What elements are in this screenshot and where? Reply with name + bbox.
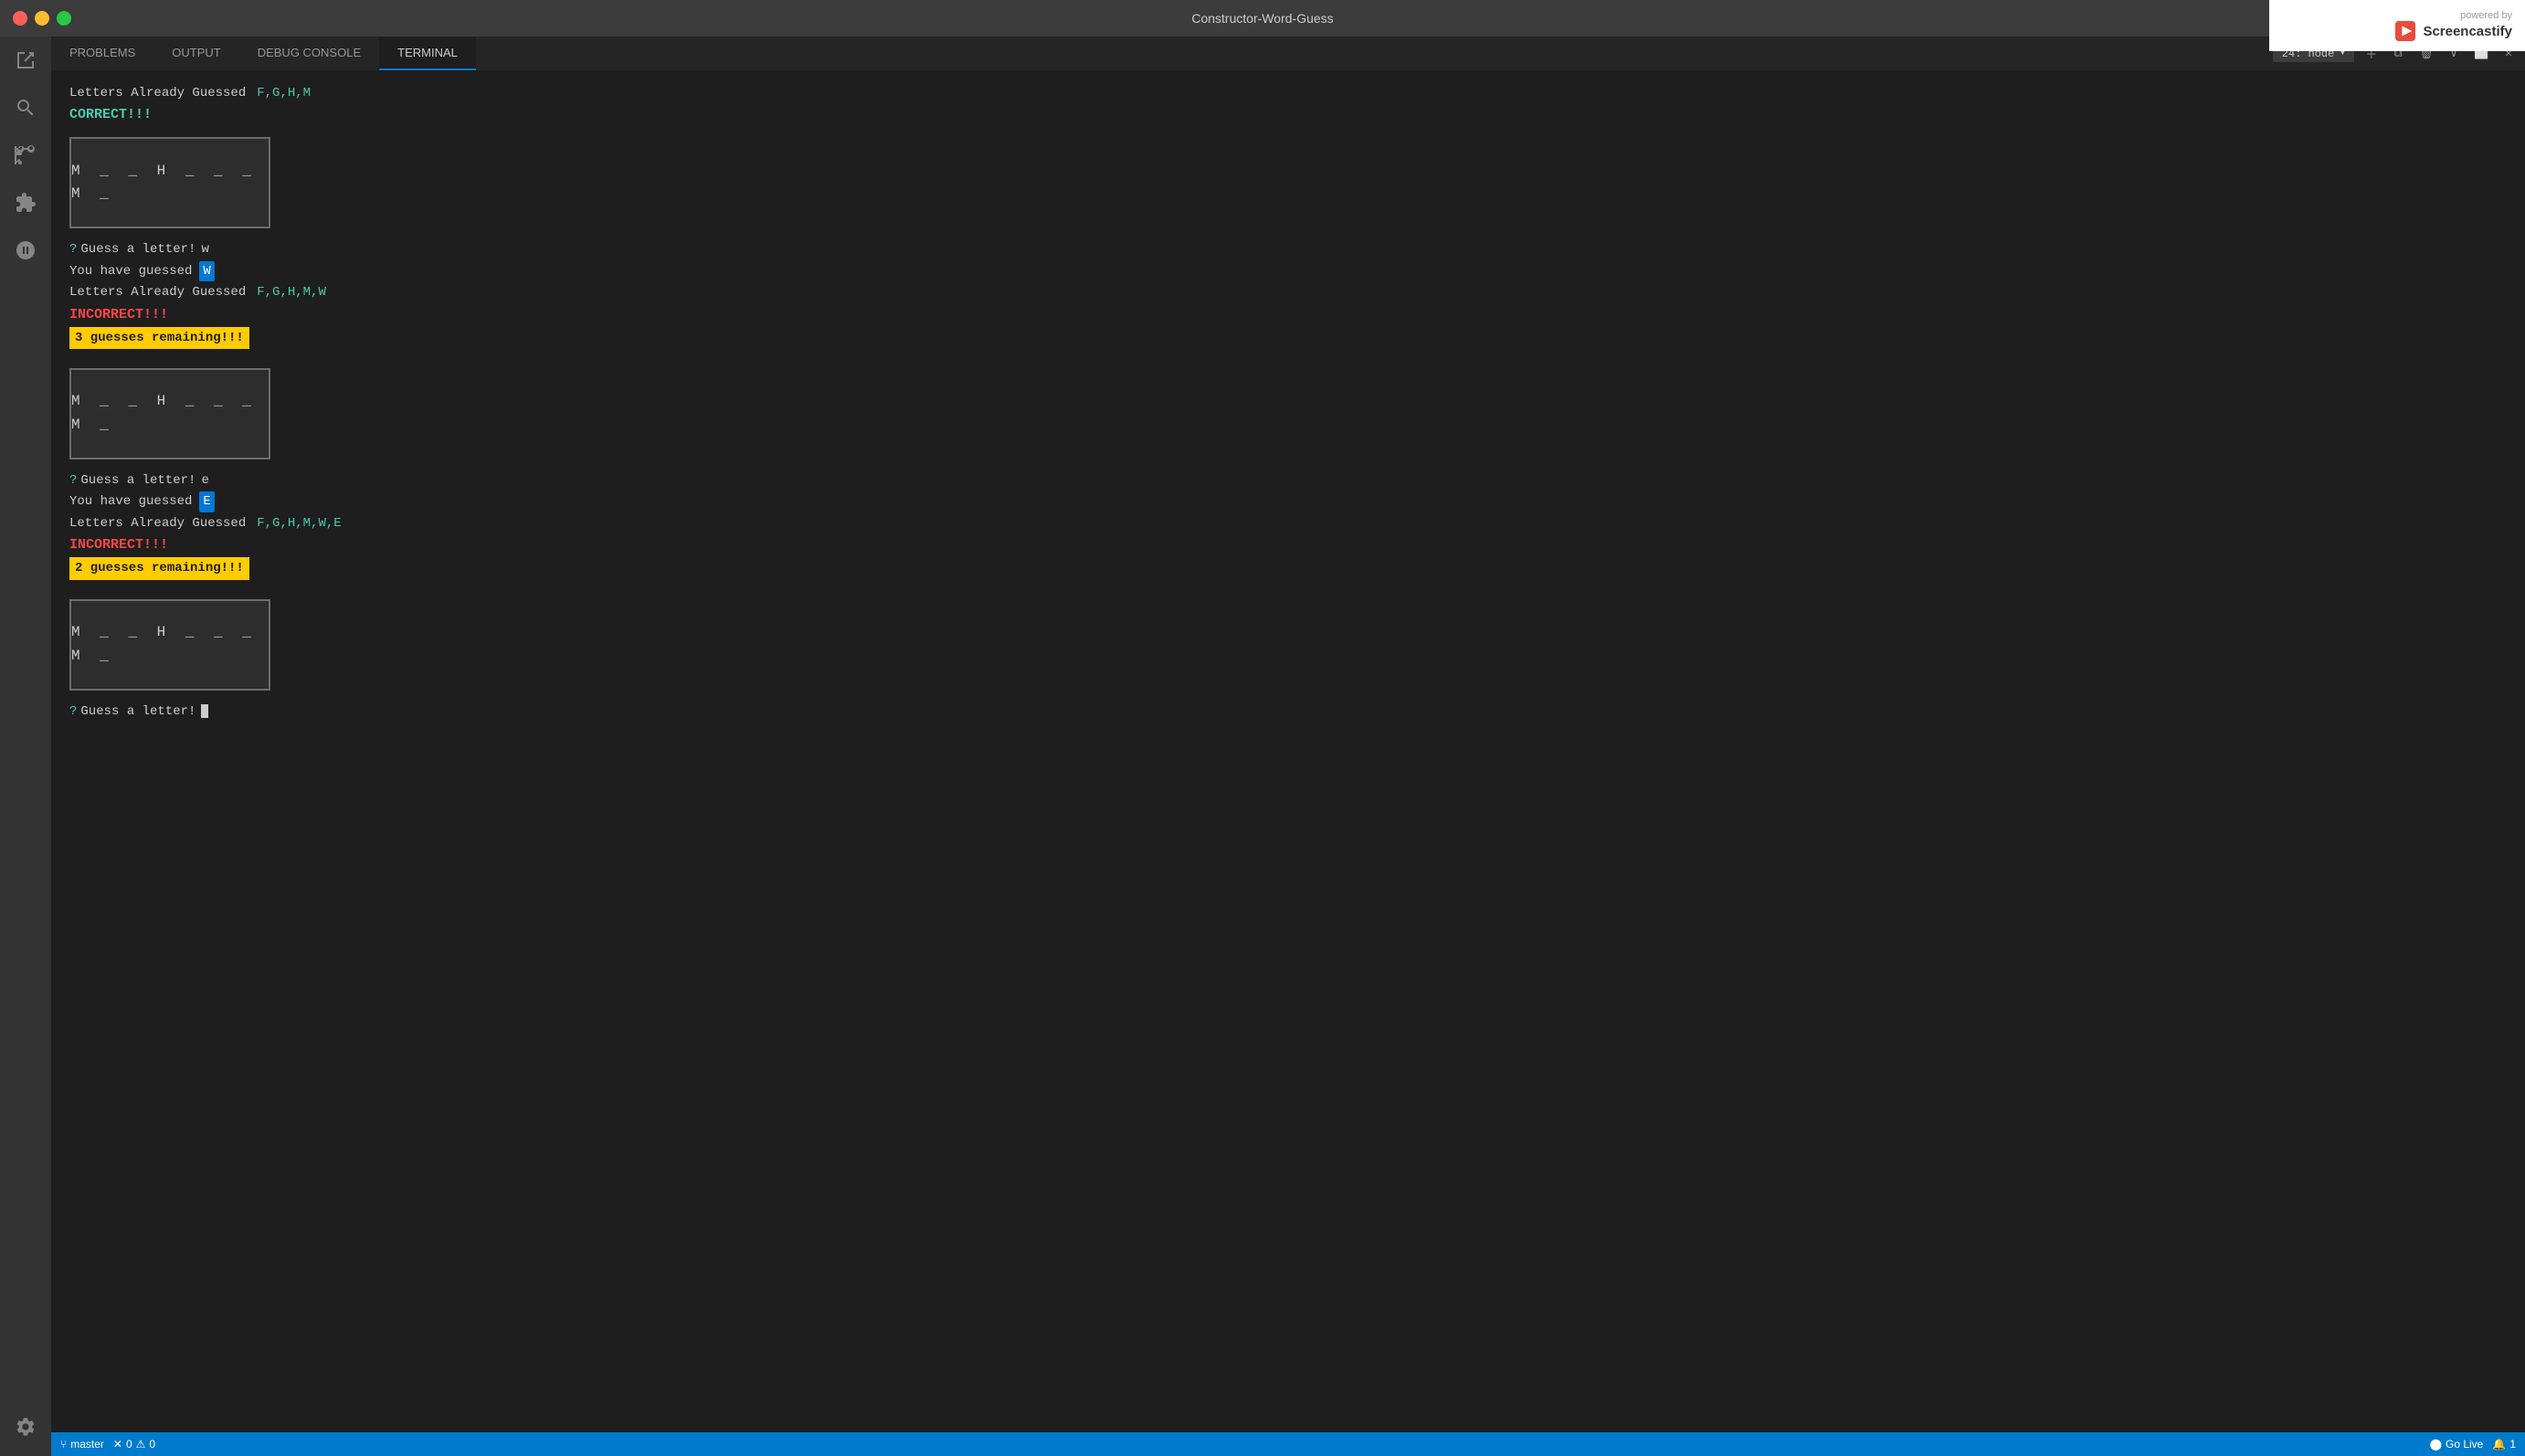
search-icon[interactable] (11, 93, 40, 122)
activity-bar (0, 37, 51, 1456)
tab-bar: PROBLEMS OUTPUT DEBUG CONSOLE TERMINAL 2… (51, 37, 2525, 71)
extensions-icon[interactable] (11, 188, 40, 217)
tab-terminal[interactable]: TERMINAL (379, 37, 476, 70)
letters-guessed-line-3: Letters Already Guessed F,G,H,M,W,E (69, 513, 2507, 533)
tab-problems[interactable]: PROBLEMS (51, 37, 153, 70)
go-live-button[interactable]: ⬤ Go Live (2430, 1438, 2484, 1451)
guesses-remaining-2: 2 guesses remaining!!! (69, 557, 2507, 579)
source-control-icon[interactable] (11, 141, 40, 170)
you-guessed-w: You have guessed W (69, 261, 2507, 281)
word-display-box-1: M _ _ H _ _ _ M _ (69, 137, 270, 228)
main-area: PROBLEMS OUTPUT DEBUG CONSOLE TERMINAL 2… (51, 37, 2525, 1456)
incorrect-message-2: INCORRECT!!! (69, 534, 2507, 556)
window-controls (13, 11, 71, 26)
terminal-cursor (201, 704, 208, 718)
screencastify-brand: Screencastify (2423, 24, 2512, 39)
tab-debug-console[interactable]: DEBUG CONSOLE (239, 37, 379, 70)
word-display-box-3: M _ _ H _ _ _ M _ (69, 599, 270, 691)
status-right: ⬤ Go Live 🔔 1 (2430, 1438, 2516, 1451)
correct-message: CORRECT!!! (69, 104, 2507, 126)
remote-icon[interactable] (11, 236, 40, 265)
titlebar: Constructor-Word-Guess powered by Screen… (0, 0, 2525, 37)
tab-output[interactable]: OUTPUT (153, 37, 238, 70)
minimize-button[interactable] (35, 11, 49, 26)
status-left: ⑂ master ✕ 0 ⚠ 0 (60, 1438, 155, 1451)
screencastify-logo-icon (2395, 21, 2415, 41)
powered-by-label: powered by (2460, 10, 2512, 21)
branch-status[interactable]: ⑂ master (60, 1438, 104, 1451)
word-display-box-2: M _ _ H _ _ _ M _ (69, 368, 270, 459)
letters-guessed-line-2: Letters Already Guessed F,G,H,M,W (69, 282, 2507, 302)
errors-status[interactable]: ✕ 0 ⚠ 0 (113, 1438, 155, 1451)
incorrect-message-1: INCORRECT!!! (69, 304, 2507, 326)
status-bar: ⑂ master ✕ 0 ⚠ 0 ⬤ Go Live 🔔 1 (51, 1432, 2525, 1456)
settings-icon[interactable] (11, 1412, 40, 1441)
guess-prompt-2: ? Guess a letter! e (69, 470, 2507, 491)
window-title: Constructor-Word-Guess (1191, 11, 1333, 26)
guesses-remaining-1: 3 guesses remaining!!! (69, 327, 2507, 349)
terminal-content[interactable]: Letters Already Guessed F,G,H,M CORRECT!… (51, 71, 2525, 1432)
maximize-button[interactable] (57, 11, 71, 26)
bell-notification[interactable]: 🔔 1 (2492, 1438, 2516, 1451)
guess-prompt-3: ? Guess a letter! (69, 702, 2507, 722)
screencastify-badge: powered by Screencastify (2269, 0, 2525, 51)
close-button[interactable] (13, 11, 27, 26)
explorer-icon[interactable] (11, 46, 40, 75)
letters-guessed-line-1: Letters Already Guessed F,G,H,M (69, 83, 2507, 103)
guess-prompt-1: ? Guess a letter! w (69, 239, 2507, 259)
you-guessed-e: You have guessed E (69, 491, 2507, 512)
